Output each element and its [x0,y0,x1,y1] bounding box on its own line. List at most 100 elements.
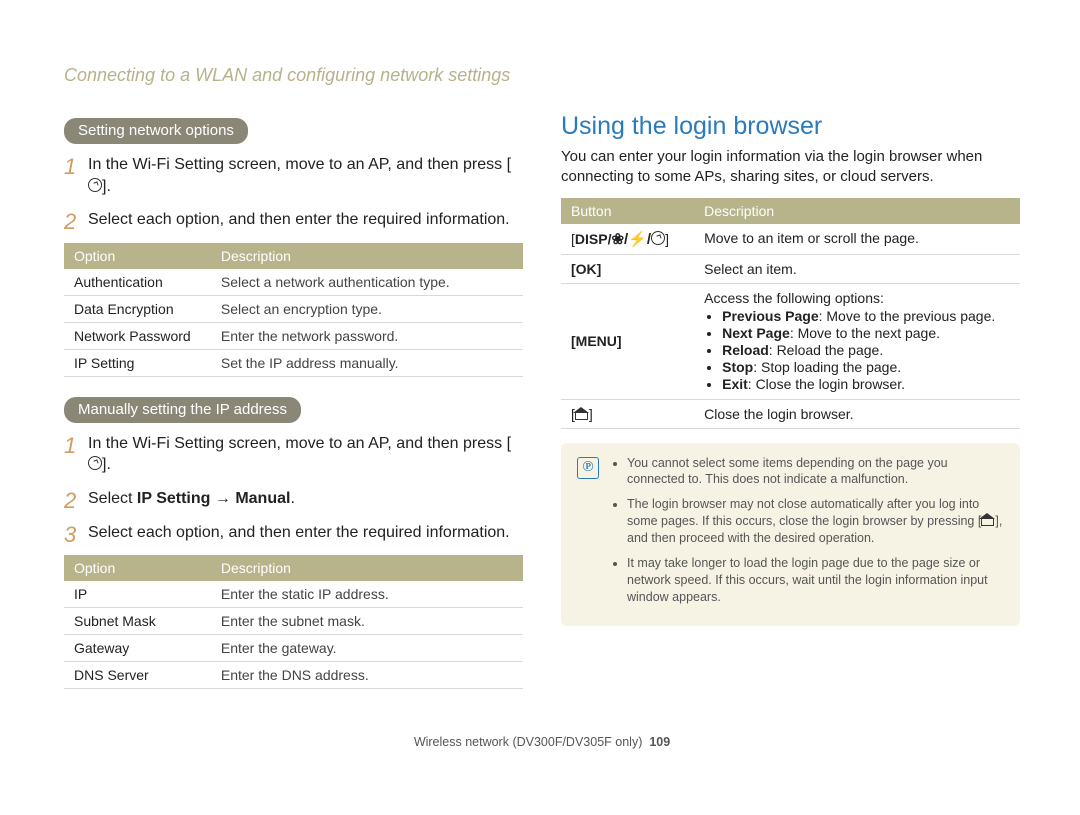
section-heading-network-options: Setting network options [64,118,248,144]
timer-icon [88,456,102,470]
cell-button: [OK] [561,254,694,283]
list-item: Previous Page: Move to the previous page… [722,308,1010,324]
step-item: In the Wi-Fi Setting screen, move to an … [64,154,523,197]
col-description: Description [211,243,523,269]
step-text: In the Wi-Fi Setting screen, move to an … [88,435,511,452]
table-row: Data EncryptionSelect an encryption type… [64,295,523,322]
cell-desc: Set the IP address manually. [211,349,523,376]
step-bold: Manual [235,490,290,507]
step-text: In the Wi-Fi Setting screen, move to an … [88,156,511,173]
bracket-close: ] [665,231,669,247]
step-text: ]. [102,178,111,195]
list-item: It may take longer to load the login pag… [627,555,1004,606]
bullet-text: : Move to the next page. [790,325,940,341]
bullet-text: : Reload the page. [769,342,883,358]
step-item: Select each option, and then enter the r… [64,522,523,544]
cell-option: Network Password [64,322,211,349]
timer-icon [651,231,665,245]
step-text: ]. [102,456,111,473]
col-option: Option [64,243,211,269]
manual-page: Connecting to a WLAN and configuring net… [0,0,1080,779]
cell-desc: Select an encryption type. [211,295,523,322]
bullet-bold: Previous Page [722,308,819,324]
cell-desc: Close the login browser. [694,399,1020,428]
steps-manual-ip: In the Wi-Fi Setting screen, move to an … [64,433,523,543]
cell-button: [] [561,399,694,428]
bullet-text: : Stop loading the page. [753,359,901,375]
cell-desc: Enter the DNS address. [211,662,523,689]
section-title-login-browser: Using the login browser [561,112,1020,141]
two-column-layout: Setting network options In the Wi-Fi Set… [64,116,1020,707]
section-heading-manual-ip: Manually setting the IP address [64,397,301,423]
cell-desc: Enter the gateway. [211,635,523,662]
note-box: ℗ You cannot select some items depending… [561,443,1020,626]
cell-option: IP Setting [64,349,211,376]
cell-desc: Enter the static IP address. [211,581,523,608]
table-row: Subnet MaskEnter the subnet mask. [64,608,523,635]
left-column: Setting network options In the Wi-Fi Set… [64,116,523,707]
cell-desc: Select an item. [694,254,1020,283]
cell-desc: Enter the network password. [211,322,523,349]
steps-network-options: In the Wi-Fi Setting screen, move to an … [64,154,523,231]
col-description: Description [694,198,1020,224]
note-list: You cannot select some items depending o… [611,455,1004,614]
table-row: [DISP/❀/⚡/] Move to an item or scroll th… [561,224,1020,255]
step-item: Select IP Setting → Manual. [64,488,523,510]
table-row: [MENU] Access the following options: Pre… [561,283,1020,399]
list-item: Exit: Close the login browser. [722,376,1010,392]
list-item: The login browser may not close automati… [627,496,1004,547]
step-text: . [290,490,294,507]
bullet-bold: Next Page [722,325,790,341]
step-item: In the Wi-Fi Setting screen, move to an … [64,433,523,476]
cell-option: Data Encryption [64,295,211,322]
step-arrow: → [210,490,235,507]
cell-desc: Move to an item or scroll the page. [694,224,1020,255]
page-number: 109 [649,735,670,749]
bullet-bold: Exit [722,376,748,392]
breadcrumb: Connecting to a WLAN and configuring net… [64,65,1020,86]
table-row: IP SettingSet the IP address manually. [64,349,523,376]
home-icon [981,516,995,526]
table-row: AuthenticationSelect a network authentic… [64,269,523,296]
step-text: Select [88,490,137,507]
note-icon: ℗ [577,457,599,614]
cell-button: [MENU] [561,283,694,399]
intro-paragraph: You can enter your login information via… [561,147,1020,188]
cell-option: IP [64,581,211,608]
list-item: You cannot select some items depending o… [627,455,1004,489]
table-row: GatewayEnter the gateway. [64,635,523,662]
note-glyph-icon: ℗ [577,457,599,479]
right-column: Using the login browser You can enter yo… [561,116,1020,707]
macro-flash-timer-icons: ❀/⚡/ [611,230,651,248]
col-button: Button [561,198,694,224]
options-table-network: Option Description AuthenticationSelect … [64,243,523,377]
button-label: DISP/ [575,231,612,247]
cell-option: Gateway [64,635,211,662]
menu-options-list: Previous Page: Move to the previous page… [704,308,1010,392]
col-option: Option [64,555,211,581]
bullet-text: : Close the login browser. [748,376,905,392]
lead-text: Access the following options: [704,290,884,306]
button-label: [MENU] [571,333,622,349]
button-label: [OK] [571,261,601,277]
timer-icon [88,178,102,192]
cell-option: Authentication [64,269,211,296]
cell-desc: Enter the subnet mask. [211,608,523,635]
bullet-bold: Reload [722,342,769,358]
footer-label: Wireless network (DV300F/DV305F only) [414,735,643,749]
cell-desc: Select a network authentication type. [211,269,523,296]
list-item: Stop: Stop loading the page. [722,359,1010,375]
bullet-text: : Move to the previous page. [819,308,996,324]
note-text: The login browser may not close automati… [627,497,981,528]
step-bold: IP Setting [137,490,211,507]
options-table-ip: Option Description IPEnter the static IP… [64,555,523,689]
cell-option: DNS Server [64,662,211,689]
cell-desc: Access the following options: Previous P… [694,283,1020,399]
list-item: Reload: Reload the page. [722,342,1010,358]
home-icon [575,410,589,420]
step-item: Select each option, and then enter the r… [64,209,523,231]
buttons-table: Button Description [DISP/❀/⚡/] Move to a… [561,198,1020,429]
bullet-bold: Stop [722,359,753,375]
page-footer: Wireless network (DV300F/DV305F only) 10… [64,735,1020,749]
table-row: IPEnter the static IP address. [64,581,523,608]
